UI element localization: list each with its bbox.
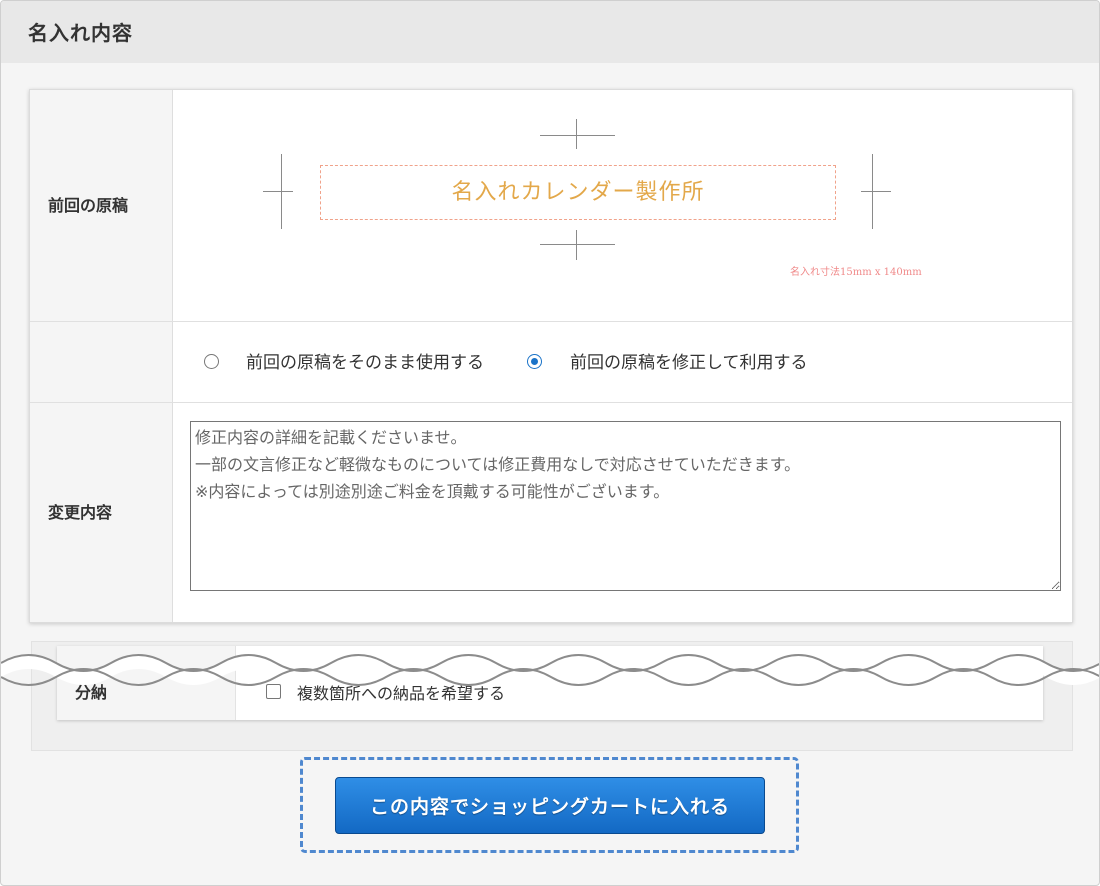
dimension-note: 名入れ寸法15mm x 140mm <box>790 267 922 278</box>
radio-modify-label[interactable]: 前回の原稿を修正して利用する <box>570 348 808 373</box>
name-print-card: 前回の原稿 名入れカレンダー製作所 名入れ寸法15mm x 140mm 前回の原… <box>29 89 1073 623</box>
previous-draft-label: 前回の原稿 <box>48 196 129 215</box>
changes-label: 変更内容 <box>48 503 113 522</box>
crop-mark-bottom-v <box>576 230 577 260</box>
changes-textarea[interactable] <box>190 421 1061 591</box>
wave-divider <box>1 654 1099 686</box>
radio-use-as-is-label[interactable]: 前回の原稿をそのまま使用する <box>246 348 484 373</box>
crop-mark-left-h <box>263 191 293 192</box>
add-to-cart-button[interactable]: この内容でショッピングカートに入れる <box>335 777 765 834</box>
crop-mark-right-v <box>872 154 873 229</box>
crop-mark-right-h <box>861 191 891 192</box>
order-form-frame: 名入れ内容 分納 複数箇所への納品を希望する 前回の原稿 名入れカレンダー製作所… <box>0 0 1100 886</box>
crop-mark-left-v <box>281 154 282 229</box>
crop-mark-top-v <box>576 119 577 149</box>
crop-mark-bottom-h <box>540 244 615 245</box>
preview-text: 名入れカレンダー製作所 <box>451 180 705 205</box>
crop-mark-top-h <box>540 135 615 136</box>
section-header: 名入れ内容 <box>1 1 1099 63</box>
radio-use-as-is[interactable] <box>204 354 219 369</box>
radio-modify[interactable] <box>527 354 542 369</box>
print-area: 名入れカレンダー製作所 <box>320 165 836 220</box>
section-title: 名入れ内容 <box>28 21 133 45</box>
